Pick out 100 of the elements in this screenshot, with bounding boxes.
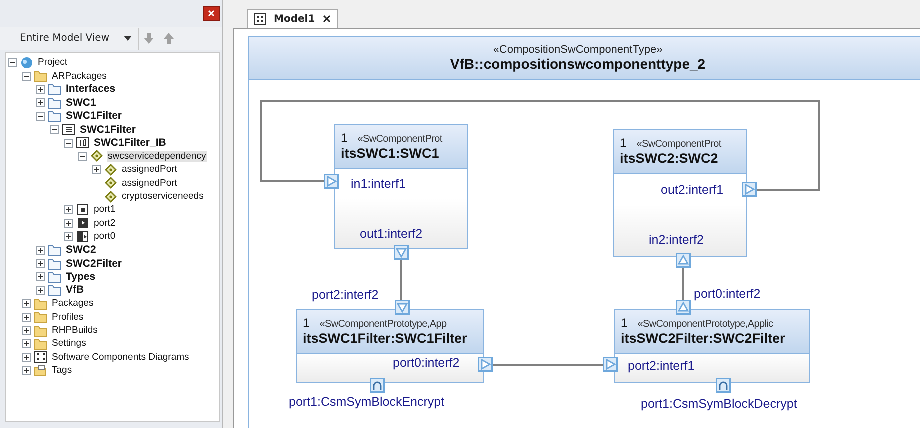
tree-item[interactable]: SWC2: [65, 244, 98, 256]
arrow-down-icon: [144, 33, 154, 44]
tree-item[interactable]: Tags: [51, 365, 74, 376]
port-label: port0:interf2: [393, 356, 460, 370]
expander-toggle[interactable]: [64, 138, 73, 148]
diamond-icon: [104, 190, 118, 203]
tree-item[interactable]: SWC1Filter: [65, 110, 124, 122]
expander-toggle[interactable]: [8, 58, 17, 68]
plus-icon: [37, 286, 44, 294]
port-icon: [676, 300, 691, 315]
tree-item[interactable]: Settings: [51, 338, 88, 350]
plus-icon: [37, 246, 44, 254]
close-button[interactable]: [203, 6, 220, 21]
tab-label: Model1: [274, 14, 316, 24]
tree-item[interactable]: SWC1: [65, 96, 98, 109]
folder-icon: [48, 244, 62, 256]
tree-item[interactable]: Packages: [51, 298, 95, 310]
tree-item[interactable]: assignedPort: [121, 164, 178, 176]
expander-toggle[interactable]: [64, 232, 73, 242]
tree-item[interactable]: Project: [37, 57, 69, 68]
expander-toggle[interactable]: [78, 152, 87, 161]
expander-toggle[interactable]: [64, 205, 73, 214]
tree-item[interactable]: Software Components Diagrams: [51, 352, 190, 363]
expander-toggle[interactable]: [36, 112, 45, 121]
expander-toggle[interactable]: [36, 272, 45, 282]
folder-icon: [34, 311, 48, 324]
tree-item[interactable]: port2: [93, 218, 117, 229]
port-icon: [478, 357, 493, 372]
plus-icon: [65, 206, 72, 214]
tree-item[interactable]: VfB: [65, 284, 86, 296]
expander-toggle[interactable]: [50, 125, 59, 134]
port-icon: [603, 357, 618, 372]
expander-toggle[interactable]: [36, 259, 45, 268]
diagram-icon: [254, 13, 266, 25]
composition-title: VfB::compositionswcomponenttype_2: [450, 56, 706, 72]
expander-toggle[interactable]: [22, 299, 31, 308]
diamond-icon: [90, 150, 104, 162]
tree-item[interactable]: SWC2Filter: [65, 258, 124, 270]
expander-toggle[interactable]: [36, 246, 45, 255]
connector-line: [400, 260, 402, 300]
caret-icon: [124, 36, 132, 41]
port-label: port0:interf2: [694, 287, 761, 301]
tree-item[interactable]: ARPackages: [51, 70, 108, 82]
folder-icon: [48, 284, 62, 296]
part-name: itsSWC1Filter:SWC1Filter: [303, 331, 468, 346]
behavior-icon: [76, 137, 90, 150]
port-icon: [716, 378, 731, 393]
plus-icon: [23, 300, 30, 308]
expander-toggle[interactable]: [22, 72, 31, 81]
diagram-tab[interactable]: Model1: [247, 9, 338, 28]
port-icon: [394, 245, 409, 260]
expander-toggle[interactable]: [22, 352, 31, 362]
port-icon: [76, 217, 90, 230]
tree-item[interactable]: Interfaces: [65, 83, 117, 96]
diamond-icon: [104, 177, 118, 190]
plus-icon: [23, 314, 30, 321]
tree-item[interactable]: SWC1Filter: [79, 124, 138, 136]
port-label: out1:interf2: [360, 227, 423, 241]
port-icon: [395, 300, 410, 315]
port-icon: [370, 378, 385, 393]
folder-icon: [34, 298, 48, 310]
expander-toggle[interactable]: [22, 339, 31, 348]
tree-item[interactable]: port0: [93, 231, 117, 242]
tree-item[interactable]: Types: [65, 270, 97, 283]
project-icon: [20, 56, 34, 69]
tree-item[interactable]: RHPBuilds: [51, 325, 99, 336]
port-label: port2:interf1: [628, 359, 695, 373]
expander-toggle[interactable]: [64, 218, 73, 228]
expander-toggle[interactable]: [36, 286, 45, 295]
tree-item[interactable]: SWC1Filter_IB: [93, 137, 168, 150]
tree-item[interactable]: Profiles: [51, 312, 85, 323]
port-icon: [324, 174, 339, 189]
tree-item[interactable]: port1: [93, 204, 117, 216]
folder-icon: [34, 70, 48, 82]
port-label: in2:interf2: [649, 233, 704, 247]
expander-toggle[interactable]: [22, 366, 31, 376]
expander-toggle[interactable]: [36, 84, 45, 94]
port-label: in1:interf1: [351, 177, 406, 191]
folder-icon: [48, 83, 62, 96]
close-icon[interactable]: [323, 15, 332, 23]
plus-icon: [37, 260, 44, 268]
multiplicity-label: 1: [303, 316, 310, 330]
tree-item[interactable]: swcservicedependency: [107, 150, 208, 162]
folder-icon: [48, 110, 62, 122]
expander-toggle[interactable]: [92, 165, 101, 174]
plus-icon: [23, 340, 30, 348]
expander-toggle[interactable]: [22, 312, 31, 322]
folder-icon: [34, 338, 48, 350]
part-name: itsSWC2Filter:SWC2Filter: [621, 331, 786, 346]
port-icon: [742, 182, 757, 197]
tree-item[interactable]: assignedPort: [121, 178, 178, 189]
stereotype-label: «CompositionSwComponentType»: [493, 44, 663, 56]
stereotype-label: «SwComponentPrototype,App: [320, 319, 447, 330]
plus-icon: [23, 327, 30, 334]
close-icon: [208, 10, 215, 17]
tree-item[interactable]: cryptoserviceneeds: [121, 191, 205, 202]
expander-toggle[interactable]: [22, 326, 31, 335]
expander-toggle[interactable]: [36, 98, 45, 108]
port-label: out2:interf1: [661, 183, 724, 197]
folder-icon: [48, 258, 62, 270]
